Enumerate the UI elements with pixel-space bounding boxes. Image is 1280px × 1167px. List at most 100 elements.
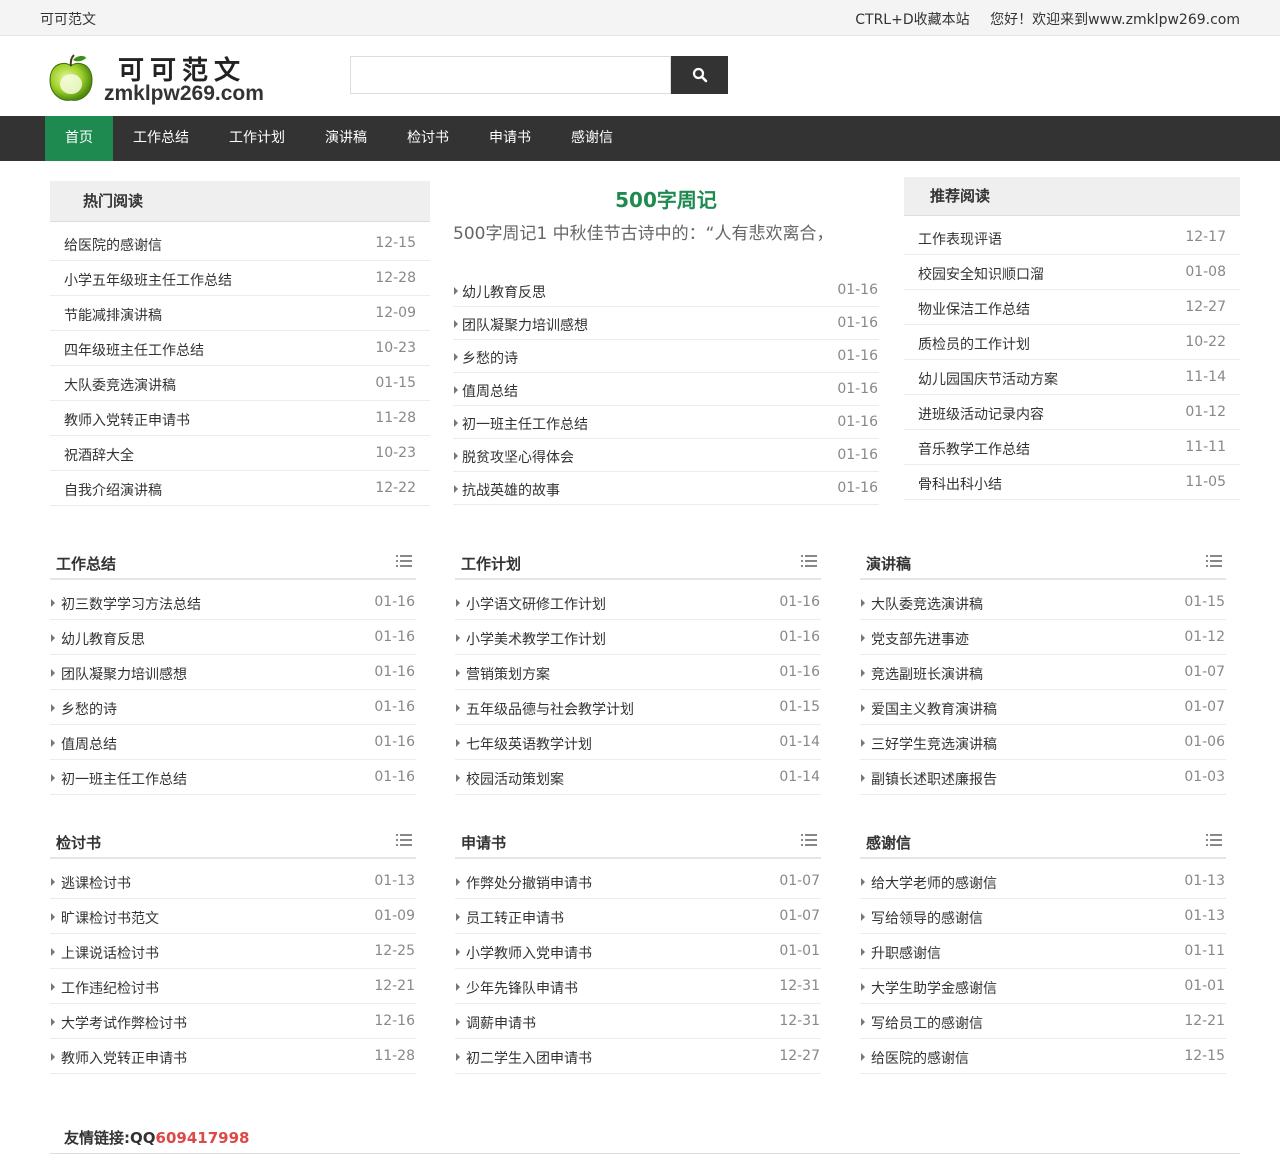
- list-item[interactable]: 物业保洁工作总结 12-27: [904, 290, 1240, 325]
- article-link[interactable]: 逃课检讨书: [61, 873, 131, 893]
- list-menu-icon[interactable]: [801, 834, 817, 850]
- category-title[interactable]: 演讲稿: [866, 553, 911, 574]
- list-item[interactable]: 节能减排演讲稿 12-09: [50, 296, 430, 331]
- qq-number[interactable]: 609417998: [156, 1129, 250, 1147]
- site-name-link[interactable]: 可可范文: [40, 9, 96, 29]
- search-button[interactable]: [671, 56, 728, 94]
- list-item[interactable]: 校园活动策划案 01-14: [455, 760, 821, 795]
- list-item[interactable]: 少年先锋队申请书 12-31: [455, 969, 821, 1004]
- article-link[interactable]: 初三数学学习方法总结: [61, 594, 201, 614]
- article-link[interactable]: 教师入党转正申请书: [61, 1048, 187, 1068]
- article-link[interactable]: 少年先锋队申请书: [466, 978, 578, 998]
- list-item[interactable]: 大队委竞选演讲稿 01-15: [860, 585, 1226, 620]
- list-item[interactable]: 幼儿教育反思 01-16: [453, 274, 879, 307]
- article-link[interactable]: 乡愁的诗: [462, 348, 518, 368]
- list-item[interactable]: 幼儿园国庆节活动方案 11-14: [904, 360, 1240, 395]
- article-link[interactable]: 三好学生竞选演讲稿: [871, 734, 997, 754]
- article-link[interactable]: 节能减排演讲稿: [64, 305, 162, 325]
- list-item[interactable]: 自我介绍演讲稿 12-22: [50, 471, 430, 506]
- article-link[interactable]: 乡愁的诗: [61, 699, 117, 719]
- article-link[interactable]: 给大学老师的感谢信: [871, 873, 997, 893]
- article-link[interactable]: 工作表现评语: [918, 229, 1002, 249]
- article-link[interactable]: 小学语文研修工作计划: [466, 594, 606, 614]
- list-item[interactable]: 五年级品德与社会教学计划 01-15: [455, 690, 821, 725]
- list-item[interactable]: 教师入党转正申请书 11-28: [50, 401, 430, 436]
- article-link[interactable]: 初一班主任工作总结: [462, 414, 588, 434]
- list-item[interactable]: 竞选副班长演讲稿 01-07: [860, 655, 1226, 690]
- list-item[interactable]: 团队凝聚力培训感想 01-16: [50, 655, 416, 690]
- list-item[interactable]: 进班级活动记录内容 01-12: [904, 395, 1240, 430]
- article-link[interactable]: 给医院的感谢信: [64, 235, 162, 255]
- article-link[interactable]: 竞选副班长演讲稿: [871, 664, 983, 684]
- article-link[interactable]: 值周总结: [61, 734, 117, 754]
- list-item[interactable]: 工作表现评语 12-17: [904, 220, 1240, 255]
- list-item[interactable]: 给医院的感谢信 12-15: [860, 1039, 1226, 1074]
- article-link[interactable]: 升职感谢信: [871, 943, 941, 963]
- article-link[interactable]: 初二学生入团申请书: [466, 1048, 592, 1068]
- article-link[interactable]: 骨科出科小结: [918, 474, 1002, 494]
- list-menu-icon[interactable]: [1206, 834, 1222, 850]
- article-link[interactable]: 四年级班主任工作总结: [64, 340, 204, 360]
- featured-title[interactable]: 500字周记: [453, 181, 879, 219]
- article-link[interactable]: 写给领导的感谢信: [871, 908, 983, 928]
- article-link[interactable]: 工作违纪检讨书: [61, 978, 159, 998]
- category-title[interactable]: 检讨书: [56, 832, 101, 853]
- list-item[interactable]: 三好学生竞选演讲稿 01-06: [860, 725, 1226, 760]
- article-link[interactable]: 旷课检讨书范文: [61, 908, 159, 928]
- article-link[interactable]: 小学五年级班主任工作总结: [64, 270, 232, 290]
- list-item[interactable]: 写给领导的感谢信 01-13: [860, 899, 1226, 934]
- list-item[interactable]: 七年级英语教学计划 01-14: [455, 725, 821, 760]
- list-item[interactable]: 写给员工的感谢信 12-21: [860, 1004, 1226, 1039]
- article-link[interactable]: 小学教师入党申请书: [466, 943, 592, 963]
- article-link[interactable]: 作弊处分撤销申请书: [466, 873, 592, 893]
- list-item[interactable]: 调薪申请书 12-31: [455, 1004, 821, 1039]
- list-item[interactable]: 骨科出科小结 11-05: [904, 465, 1240, 500]
- article-link[interactable]: 值周总结: [462, 381, 518, 401]
- nav-item[interactable]: 申请书: [469, 116, 551, 161]
- list-item[interactable]: 乡愁的诗 01-16: [453, 340, 879, 373]
- list-item[interactable]: 小学五年级班主任工作总结 12-28: [50, 261, 430, 296]
- article-link[interactable]: 自我介绍演讲稿: [64, 480, 162, 500]
- nav-item[interactable]: 工作计划: [209, 116, 305, 161]
- article-link[interactable]: 物业保洁工作总结: [918, 299, 1030, 319]
- list-item[interactable]: 给医院的感谢信 12-15: [50, 226, 430, 261]
- list-item[interactable]: 小学语文研修工作计划 01-16: [455, 585, 821, 620]
- list-item[interactable]: 脱贫攻坚心得体会 01-16: [453, 439, 879, 472]
- article-link[interactable]: 幼儿教育反思: [462, 282, 546, 302]
- list-item[interactable]: 给大学老师的感谢信 01-13: [860, 864, 1226, 899]
- category-title[interactable]: 工作总结: [56, 553, 116, 574]
- article-link[interactable]: 大队委竞选演讲稿: [64, 375, 176, 395]
- article-link[interactable]: 校园活动策划案: [466, 769, 564, 789]
- list-item[interactable]: 作弊处分撤销申请书 01-07: [455, 864, 821, 899]
- category-title[interactable]: 感谢信: [866, 832, 911, 853]
- nav-item[interactable]: 工作总结: [113, 116, 209, 161]
- search-input[interactable]: [350, 56, 671, 94]
- article-link[interactable]: 七年级英语教学计划: [466, 734, 592, 754]
- article-link[interactable]: 校园安全知识顺口溜: [918, 264, 1044, 284]
- nav-item[interactable]: 检讨书: [387, 116, 469, 161]
- list-item[interactable]: 大队委竞选演讲稿 01-15: [50, 366, 430, 401]
- article-link[interactable]: 祝酒辞大全: [64, 445, 134, 465]
- list-menu-icon[interactable]: [396, 834, 412, 850]
- article-link[interactable]: 调薪申请书: [466, 1013, 536, 1033]
- list-item[interactable]: 爱国主义教育演讲稿 01-07: [860, 690, 1226, 725]
- list-menu-icon[interactable]: [801, 555, 817, 571]
- list-item[interactable]: 初一班主任工作总结 01-16: [50, 760, 416, 795]
- list-item[interactable]: 校园安全知识顺口溜 01-08: [904, 255, 1240, 290]
- list-item[interactable]: 上课说话检讨书 12-25: [50, 934, 416, 969]
- article-link[interactable]: 初一班主任工作总结: [61, 769, 187, 789]
- list-item[interactable]: 教师入党转正申请书 11-28: [50, 1039, 416, 1074]
- list-item[interactable]: 初一班主任工作总结 01-16: [453, 406, 879, 439]
- article-link[interactable]: 进班级活动记录内容: [918, 404, 1044, 424]
- nav-item[interactable]: 演讲稿: [305, 116, 387, 161]
- list-item[interactable]: 小学教师入党申请书 01-01: [455, 934, 821, 969]
- list-item[interactable]: 抗战英雄的故事 01-16: [453, 472, 879, 505]
- list-item[interactable]: 四年级班主任工作总结 10-23: [50, 331, 430, 366]
- article-link[interactable]: 小学美术教学工作计划: [466, 629, 606, 649]
- list-menu-icon[interactable]: [1206, 555, 1222, 571]
- nav-item[interactable]: 首页: [45, 116, 113, 161]
- list-item[interactable]: 工作违纪检讨书 12-21: [50, 969, 416, 1004]
- list-item[interactable]: 大学生助学金感谢信 01-01: [860, 969, 1226, 1004]
- nav-item[interactable]: 感谢信: [551, 116, 633, 161]
- list-item[interactable]: 初三数学学习方法总结 01-16: [50, 585, 416, 620]
